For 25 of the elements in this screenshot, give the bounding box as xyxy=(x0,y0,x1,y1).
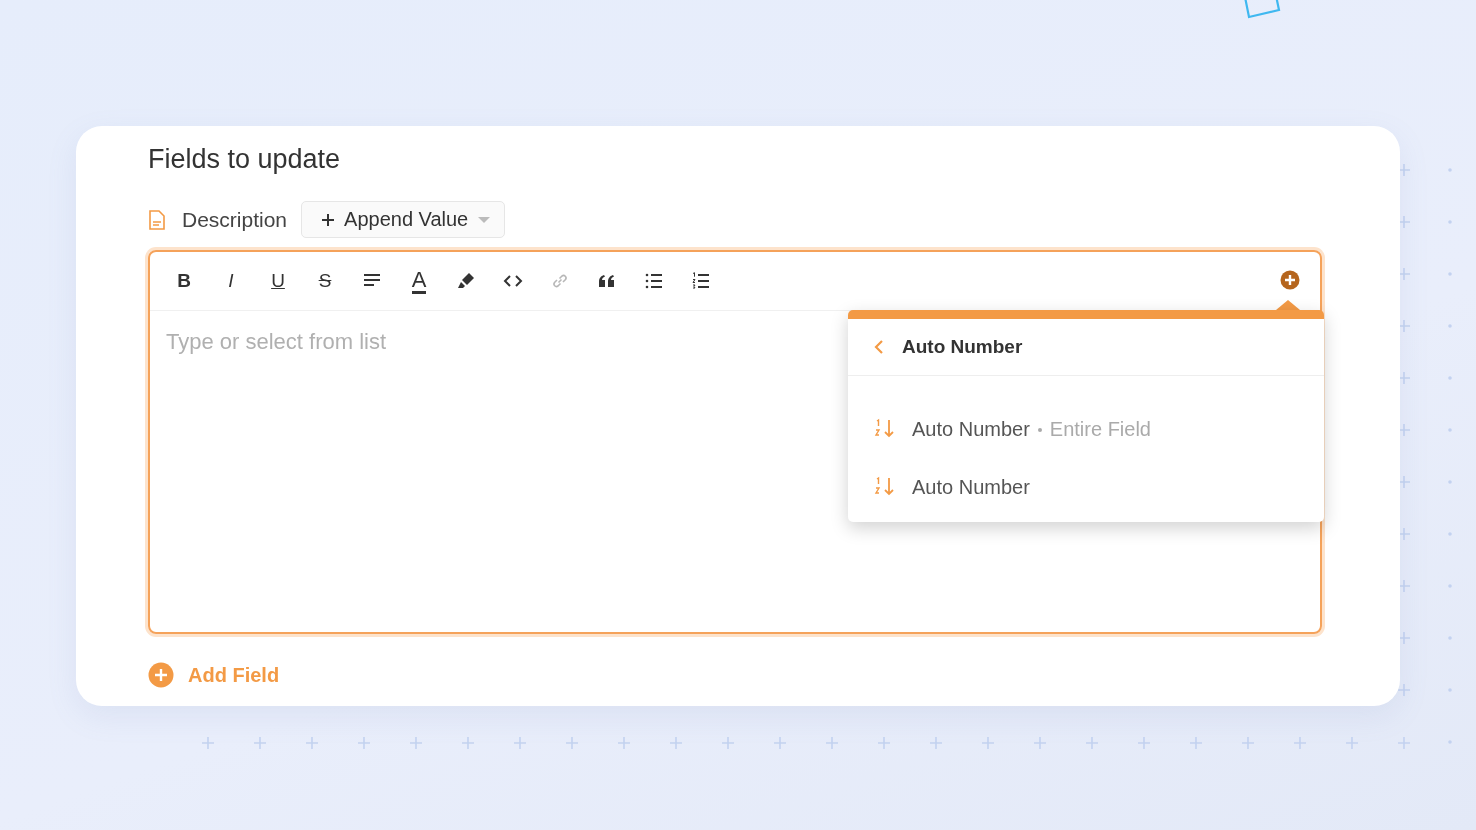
add-circle-icon xyxy=(148,662,174,688)
menu-title: Auto Number xyxy=(902,336,1023,358)
section-title: Fields to update xyxy=(148,144,342,175)
rich-text-editor[interactable]: B I U S A Type or select from list Auto Number Auto Number Entire Field Auto Number xyxy=(148,250,1322,634)
highlighter-icon xyxy=(456,271,476,291)
numbered-list-icon xyxy=(691,271,711,291)
sort-number-icon xyxy=(874,476,896,498)
italic-button[interactable]: I xyxy=(211,264,251,298)
square-outline xyxy=(1242,0,1281,19)
text-color-button[interactable]: A xyxy=(399,264,439,298)
bold-button[interactable]: B xyxy=(164,264,204,298)
menu-item[interactable]: Auto Number Entire Field xyxy=(848,400,1324,458)
sort-number-icon xyxy=(874,418,896,440)
text-input[interactable]: Type or select from list xyxy=(166,329,666,355)
add-icon[interactable] xyxy=(1280,270,1300,290)
append-value-dropdown[interactable]: Append Value xyxy=(301,201,506,238)
plus-icon xyxy=(322,213,335,226)
caret-icon xyxy=(478,215,491,224)
field-name: Description xyxy=(182,207,288,232)
underline-button[interactable]: U xyxy=(258,264,298,298)
bullet-list-icon xyxy=(644,271,664,291)
separator-dot xyxy=(1037,428,1042,433)
strike-button[interactable]: S xyxy=(305,264,345,298)
document-icon xyxy=(148,209,166,230)
menu-item[interactable]: Auto Number xyxy=(848,458,1324,516)
